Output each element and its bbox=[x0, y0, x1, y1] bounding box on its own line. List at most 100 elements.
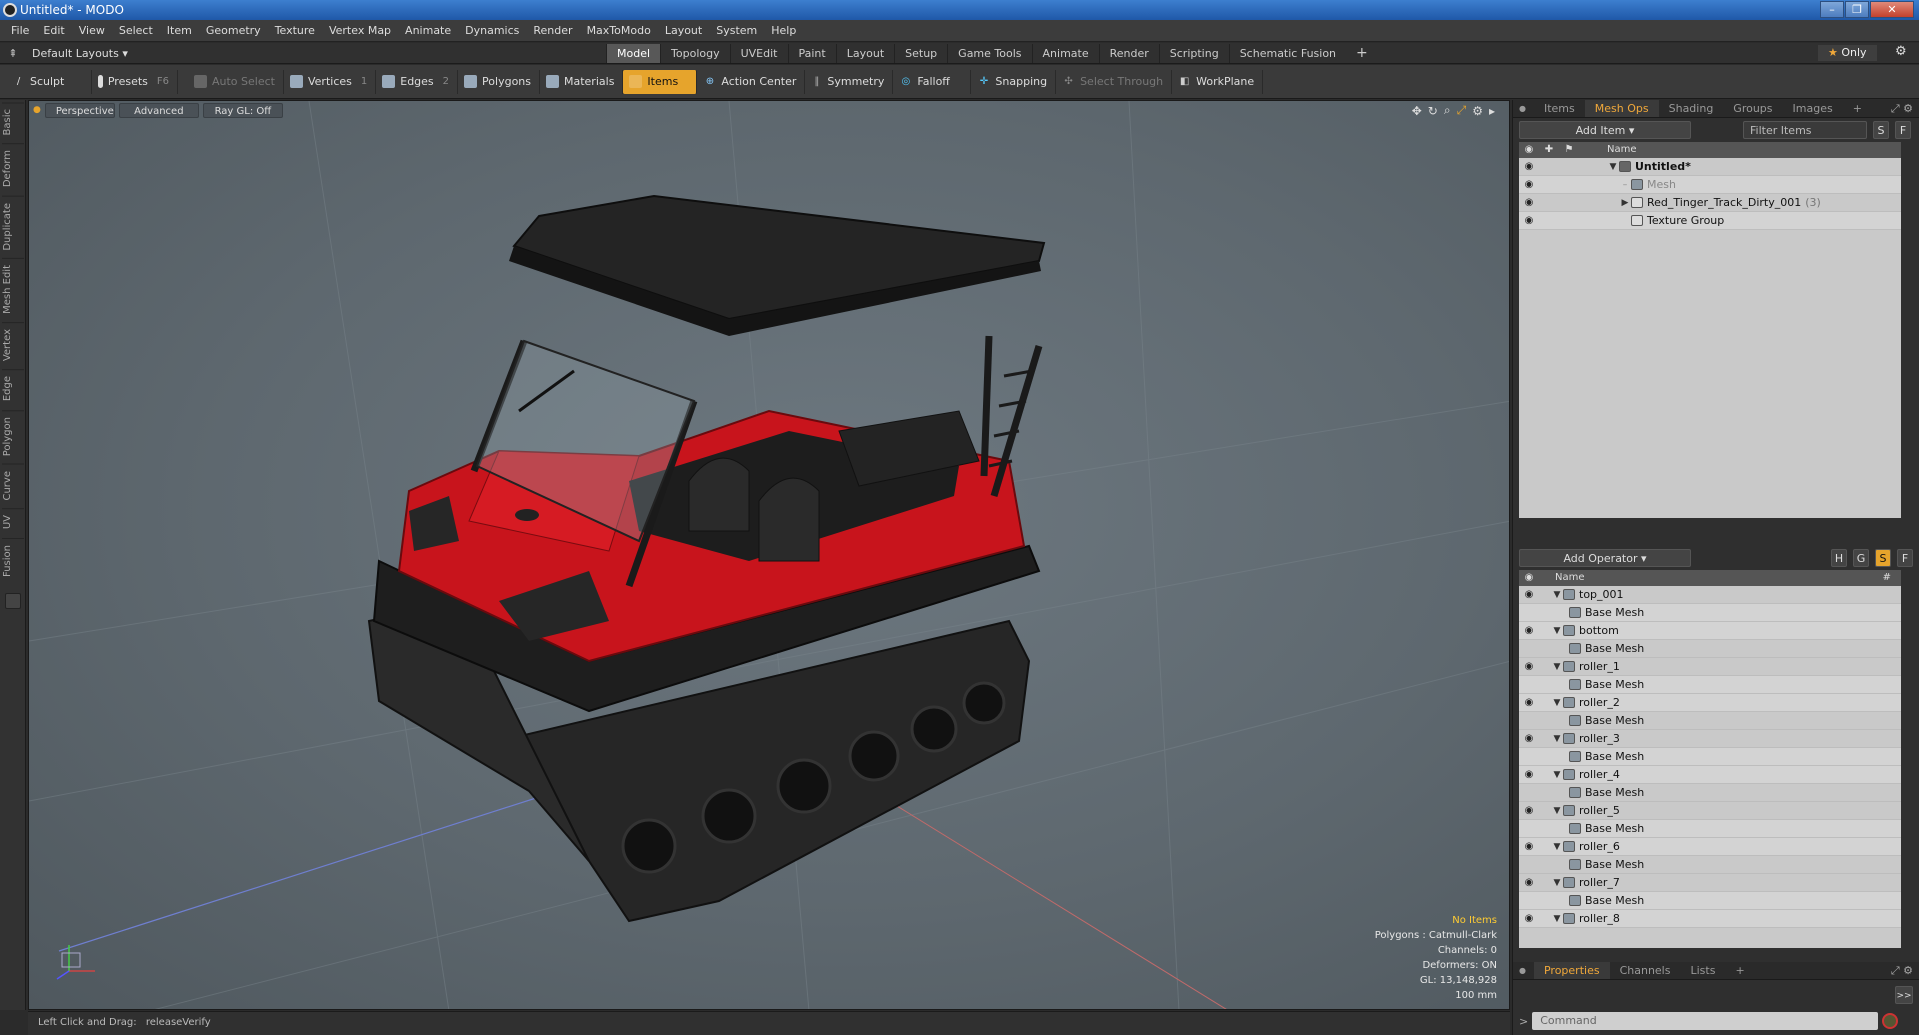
eye-icon[interactable]: ◉ bbox=[1519, 874, 1539, 892]
tab-animate[interactable]: Animate bbox=[1031, 44, 1099, 63]
items-button[interactable]: Items bbox=[623, 69, 698, 94]
left-tab-uv[interactable]: UV bbox=[2, 508, 24, 536]
left-tab-mesh-edit[interactable]: Mesh Edit bbox=[2, 258, 24, 321]
record-icon[interactable] bbox=[1882, 1013, 1899, 1029]
eye-icon[interactable]: ◉ bbox=[1519, 658, 1539, 676]
workplane-button[interactable]: ◧ WorkPlane bbox=[1172, 69, 1264, 94]
s-toggle-active[interactable]: S bbox=[1875, 549, 1891, 567]
left-tab-duplicate[interactable]: Duplicate bbox=[2, 195, 24, 257]
left-tab-polygon[interactable]: Polygon bbox=[2, 409, 24, 462]
falloff-button[interactable]: ◎ Falloff bbox=[893, 69, 972, 94]
add-panel-tab-button[interactable]: + bbox=[1843, 100, 1872, 117]
rotate-view-icon[interactable]: ↻ bbox=[1428, 104, 1438, 118]
tab-items[interactable]: Items bbox=[1534, 100, 1585, 117]
command-input[interactable]: Command bbox=[1532, 1012, 1879, 1030]
layout-collapse-icon[interactable]: ⇞ bbox=[0, 47, 26, 60]
viewport-gear-icon[interactable]: ⚙ bbox=[1472, 104, 1483, 118]
menu-geometry[interactable]: Geometry bbox=[199, 20, 268, 42]
s-toggle[interactable]: S bbox=[1873, 121, 1889, 139]
tab-mesh-ops[interactable]: Mesh Ops bbox=[1584, 100, 1659, 117]
base-mesh-row[interactable]: Base Mesh bbox=[1519, 784, 1901, 802]
menu-dynamics[interactable]: Dynamics bbox=[458, 20, 526, 42]
eye-icon[interactable]: ◉ bbox=[1519, 694, 1539, 712]
eye-icon[interactable]: ◉ bbox=[1519, 158, 1539, 176]
tab-game-tools[interactable]: Game Tools bbox=[947, 44, 1031, 63]
g-toggle[interactable]: G bbox=[1853, 549, 1869, 567]
gear-icon[interactable]: ⚙ bbox=[1895, 44, 1907, 59]
meshop-row[interactable]: ◉ ▼ roller_6 bbox=[1519, 838, 1901, 856]
menu-animate[interactable]: Animate bbox=[398, 20, 458, 42]
sculpt-button[interactable]: / Sculpt bbox=[6, 69, 92, 94]
h-toggle[interactable]: H bbox=[1831, 549, 1847, 567]
tab-setup[interactable]: Setup bbox=[894, 44, 947, 63]
menu-system[interactable]: System bbox=[709, 20, 764, 42]
expand-icon[interactable]: ▼ bbox=[1551, 874, 1563, 892]
eye-icon[interactable]: ◉ bbox=[1519, 730, 1539, 748]
viewport-expand-icon[interactable]: ▸ bbox=[1489, 104, 1495, 118]
move-view-icon[interactable]: ✥ bbox=[1412, 104, 1422, 118]
expand-icon[interactable]: ▼ bbox=[1551, 766, 1563, 784]
symmetry-button[interactable]: ‖ Symmetry bbox=[805, 69, 894, 94]
base-mesh-row[interactable]: Base Mesh bbox=[1519, 604, 1901, 622]
tree-row-scene[interactable]: ◉ ▼ Untitled* bbox=[1519, 158, 1901, 176]
minimize-button[interactable]: – bbox=[1820, 1, 1844, 18]
3d-viewport[interactable]: ● Perspective Advanced Ray GL: Off ✥ ↻ ⌕… bbox=[28, 100, 1510, 1010]
menu-layout[interactable]: Layout bbox=[658, 20, 709, 42]
eye-icon[interactable]: ◉ bbox=[1519, 802, 1539, 820]
menu-texture[interactable]: Texture bbox=[268, 20, 322, 42]
base-mesh-row[interactable]: Base Mesh bbox=[1519, 748, 1901, 766]
menu-select[interactable]: Select bbox=[112, 20, 160, 42]
tab-schematic-fusion[interactable]: Schematic Fusion bbox=[1228, 44, 1346, 63]
f-toggle-meshops[interactable]: F bbox=[1897, 549, 1913, 567]
expand-icon[interactable]: ▼ bbox=[1551, 586, 1563, 604]
tab-channels[interactable]: Channels bbox=[1610, 962, 1681, 979]
auto-select-button[interactable]: Auto Select bbox=[188, 69, 284, 94]
add-item-dropdown[interactable]: Add Item ▾ bbox=[1519, 121, 1691, 139]
tab-paint[interactable]: Paint bbox=[787, 44, 836, 63]
menu-item[interactable]: Item bbox=[160, 20, 199, 42]
action-center-button[interactable]: ⊕ Action Center bbox=[697, 69, 806, 94]
filter-items-input[interactable]: Filter Items bbox=[1743, 121, 1867, 139]
base-mesh-row[interactable]: Base Mesh bbox=[1519, 712, 1901, 730]
expand-icon[interactable]: ▼ bbox=[1551, 802, 1563, 820]
meshop-row[interactable]: ◉ ▼ top_001 bbox=[1519, 586, 1901, 604]
menu-file[interactable]: File bbox=[4, 20, 36, 42]
only-toggle[interactable]: ★ Only bbox=[1818, 45, 1877, 61]
snapping-button[interactable]: ✛ Snapping bbox=[971, 69, 1057, 94]
vertices-button[interactable]: Vertices 1 bbox=[284, 69, 377, 94]
menu-view[interactable]: View bbox=[72, 20, 112, 42]
left-tab-edge[interactable]: Edge bbox=[2, 369, 24, 408]
tab-model[interactable]: Model bbox=[606, 44, 661, 63]
tree-row-mesh[interactable]: ◉ – Mesh bbox=[1519, 176, 1901, 194]
tab-layout[interactable]: Layout bbox=[835, 44, 894, 63]
add-tab-button[interactable]: + bbox=[1346, 44, 1378, 63]
tab-scripting[interactable]: Scripting bbox=[1158, 44, 1229, 63]
tab-groups[interactable]: Groups bbox=[1723, 100, 1782, 117]
tab-topology[interactable]: Topology bbox=[660, 44, 730, 63]
left-tab-fusion[interactable]: Fusion bbox=[2, 537, 24, 583]
tab-lists[interactable]: Lists bbox=[1680, 962, 1725, 979]
meshop-row[interactable]: ◉ ▼ roller_7 bbox=[1519, 874, 1901, 892]
left-tab-vertex[interactable]: Vertex bbox=[2, 322, 24, 368]
meshop-row[interactable]: ◉ ▼ roller_3 bbox=[1519, 730, 1901, 748]
zoom-view-icon[interactable]: ⌕ bbox=[1444, 103, 1451, 118]
fit-view-icon[interactable]: ⤢ bbox=[1457, 103, 1467, 118]
f-toggle[interactable]: F bbox=[1895, 121, 1911, 139]
base-mesh-row[interactable]: Base Mesh bbox=[1519, 892, 1901, 910]
panel-options-icon[interactable]: ⤢ ⚙ bbox=[1891, 102, 1913, 116]
tree-row-texture-group[interactable]: ◉ Texture Group bbox=[1519, 212, 1901, 230]
meshop-row[interactable]: ◉ ▼ roller_2 bbox=[1519, 694, 1901, 712]
base-mesh-row[interactable]: Base Mesh bbox=[1519, 676, 1901, 694]
tab-properties[interactable]: Properties bbox=[1533, 962, 1610, 979]
raygl-toggle[interactable]: Ray GL: Off bbox=[202, 102, 283, 118]
expand-icon[interactable]: ▼ bbox=[1551, 658, 1563, 676]
eye-icon[interactable]: ◉ bbox=[1519, 586, 1539, 604]
menu-maxtomodo[interactable]: MaxToModo bbox=[580, 20, 658, 42]
meshop-row[interactable]: ◉ ▼ roller_1 bbox=[1519, 658, 1901, 676]
expand-icon[interactable]: ▼ bbox=[1551, 622, 1563, 640]
vehicle-model[interactable] bbox=[367, 194, 1046, 923]
materials-button[interactable]: Materials bbox=[540, 69, 624, 94]
expand-icon[interactable]: ▼ bbox=[1551, 730, 1563, 748]
meshop-row[interactable]: ◉ ▼ roller_8 bbox=[1519, 910, 1901, 928]
perspective-dropdown[interactable]: Perspective bbox=[44, 102, 115, 118]
